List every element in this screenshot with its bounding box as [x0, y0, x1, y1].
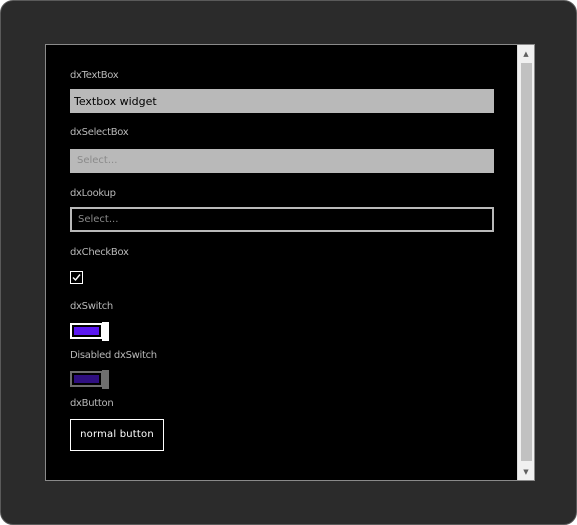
device-frame: dxTextBox dxSelectBox Select... dxLookup…	[0, 0, 577, 525]
switch-fill	[74, 327, 99, 335]
disabled-switch-control	[70, 370, 109, 389]
checkbox-control[interactable]	[70, 271, 83, 284]
switch-control[interactable]	[70, 322, 109, 341]
textbox-label: dxTextBox	[70, 70, 119, 81]
disabled-switch-label: Disabled dxSwitch	[70, 350, 157, 361]
checkmark-icon	[72, 274, 81, 282]
textbox-input[interactable]	[70, 89, 494, 113]
checkbox-label: dxCheckBox	[70, 247, 129, 258]
widget-list: dxTextBox dxSelectBox Select... dxLookup…	[46, 45, 518, 480]
switch-track	[70, 323, 103, 339]
button-label: dxButton	[70, 398, 114, 409]
disabled-switch-thumb	[102, 370, 109, 389]
switch-thumb[interactable]	[102, 322, 109, 341]
triangle-up-icon: ▲	[523, 49, 529, 58]
disabled-switch-track	[70, 371, 103, 387]
disabled-switch-fill	[74, 375, 99, 383]
lookup-field[interactable]: Select...	[70, 207, 494, 232]
selectbox-label: dxSelectBox	[70, 127, 129, 138]
selectbox-field[interactable]: Select...	[70, 149, 494, 173]
scroll-up-button[interactable]: ▲	[518, 45, 534, 62]
widget-viewport: dxTextBox dxSelectBox Select... dxLookup…	[45, 44, 535, 481]
triangle-down-icon: ▼	[523, 467, 529, 476]
switch-label: dxSwitch	[70, 301, 113, 312]
lookup-label: dxLookup	[70, 188, 116, 199]
vertical-scrollbar[interactable]: ▲ ▼	[517, 45, 534, 480]
scrollbar-thumb[interactable]	[521, 63, 532, 461]
normal-button[interactable]: normal button	[70, 419, 164, 451]
scroll-down-button[interactable]: ▼	[518, 463, 534, 480]
